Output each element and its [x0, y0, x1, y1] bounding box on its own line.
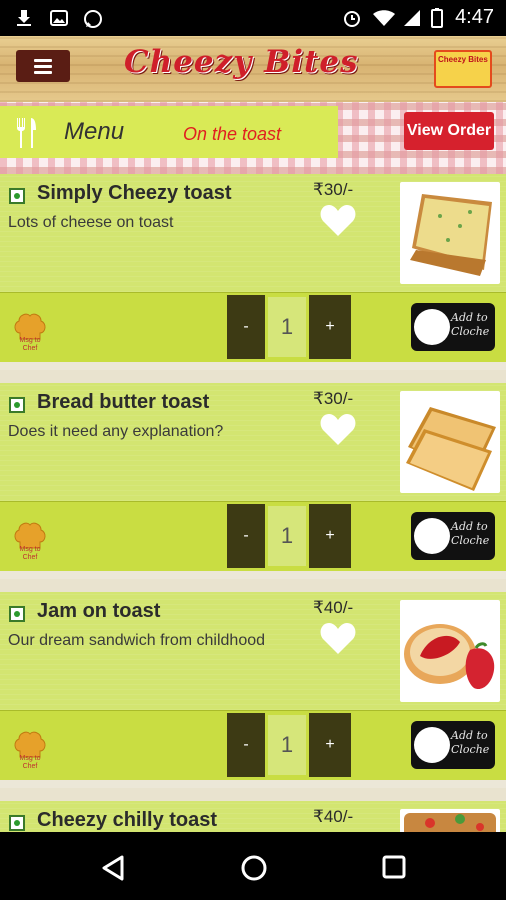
item-name: Simply Cheezy toast: [37, 182, 232, 204]
favorite-heart-icon[interactable]: [319, 620, 357, 656]
app-header: Cheezy Bites Cheezy Bites: [0, 36, 506, 102]
alarm-icon: [344, 11, 360, 27]
item-divider: [0, 780, 506, 788]
item-price: ₹30/-: [313, 180, 354, 199]
brand-logo: Cheezy Bites: [434, 50, 492, 88]
msg-to-chef-label[interactable]: Msg to Chef: [12, 337, 48, 353]
signal-icon: [404, 10, 420, 26]
veg-icon: [9, 397, 25, 413]
category-bar: Menu On the toast View Order: [0, 102, 506, 174]
menu-item: Cheezy chilly toast ₹40/-: [0, 801, 506, 832]
msg-to-chef-label[interactable]: Msg to Chef: [12, 546, 48, 562]
add-to-cloche-button[interactable]: Add to Cloche: [411, 512, 495, 560]
favorite-heart-icon[interactable]: [319, 411, 357, 447]
msg-to-chef-label[interactable]: Msg to Chef: [12, 755, 48, 771]
item-price: ₹40/-: [313, 598, 354, 617]
item-actions: Msg to Chef - 1 + Add to Cloche: [0, 501, 506, 572]
item-actions: Msg to Chef - 1 + Add to Cloche: [0, 292, 506, 363]
item-description: Our dream sandwich from childhood: [8, 632, 266, 649]
item-name: Jam on toast: [37, 600, 161, 622]
home-icon[interactable]: [239, 853, 269, 883]
increase-quantity-button[interactable]: +: [309, 713, 351, 777]
item-price: ₹40/-: [313, 807, 354, 826]
gallery-icon: [50, 10, 68, 26]
quantity-value[interactable]: 1: [268, 506, 306, 566]
increase-quantity-button[interactable]: +: [309, 295, 351, 359]
cloche-icon: [414, 309, 450, 345]
cloche-icon: [414, 518, 450, 554]
cutlery-icon: [17, 118, 36, 148]
veg-icon: [9, 188, 25, 204]
cloche-icon: [414, 727, 450, 763]
navigation-bar: [0, 832, 506, 900]
item-divider: [0, 571, 506, 579]
menu-item: Bread butter toast Does it need any expl…: [0, 383, 506, 579]
decrease-quantity-button[interactable]: -: [227, 504, 265, 568]
add-to-cloche-button[interactable]: Add to Cloche: [411, 303, 495, 351]
add-to-cloche-label: Add to Cloche: [451, 311, 490, 338]
view-order-button[interactable]: View Order: [404, 112, 494, 150]
item-details: Bread butter toast Does it need any expl…: [0, 383, 506, 501]
decrease-quantity-button[interactable]: -: [227, 295, 265, 359]
status-bar: 4:47: [0, 0, 506, 36]
menu-item: Jam on toast Our dream sandwich from chi…: [0, 592, 506, 788]
battery-icon: [431, 8, 443, 28]
item-details: Jam on toast Our dream sandwich from chi…: [0, 592, 506, 710]
category-label: On the toast: [183, 124, 282, 144]
item-description: Lots of cheese on toast: [8, 214, 174, 231]
status-time: 4:47: [455, 6, 494, 28]
whatsapp-icon: [84, 10, 102, 28]
item-details: Cheezy chilly toast ₹40/-: [0, 801, 506, 832]
toast-cheese-icon: [400, 182, 500, 284]
veg-icon: [9, 606, 25, 622]
quantity-value[interactable]: 1: [268, 715, 306, 775]
item-price: ₹30/-: [313, 389, 354, 408]
item-divider: [0, 362, 506, 370]
brand-title: Cheezy Bites: [124, 44, 359, 80]
item-details: Simply Cheezy toast Lots of cheese on to…: [0, 174, 506, 292]
veg-icon: [9, 815, 25, 831]
add-to-cloche-button[interactable]: Add to Cloche: [411, 721, 495, 769]
quantity-value[interactable]: 1: [268, 297, 306, 357]
recents-icon[interactable]: [381, 854, 407, 880]
item-name: Cheezy chilly toast: [37, 809, 218, 831]
download-icon: [17, 10, 31, 26]
menu-pill[interactable]: Menu On the toast: [0, 106, 338, 158]
chilly-toast-icon: [400, 809, 500, 832]
wifi-icon: [373, 10, 395, 26]
jam-toast-icon: [400, 600, 500, 702]
bread-toast-icon: [400, 391, 500, 493]
add-to-cloche-label: Add to Cloche: [451, 520, 490, 547]
hamburger-icon: [34, 59, 52, 62]
item-actions: Msg to Chef - 1 + Add to Cloche: [0, 710, 506, 781]
decrease-quantity-button[interactable]: -: [227, 713, 265, 777]
increase-quantity-button[interactable]: +: [309, 504, 351, 568]
favorite-heart-icon[interactable]: [319, 202, 357, 238]
menu-label: Menu: [64, 118, 125, 145]
add-to-cloche-label: Add to Cloche: [451, 729, 490, 756]
back-icon[interactable]: [100, 854, 126, 882]
item-name: Bread butter toast: [37, 391, 210, 413]
item-description: Does it need any explanation?: [8, 423, 224, 440]
hamburger-menu-button[interactable]: [16, 50, 70, 82]
menu-item: Simply Cheezy toast Lots of cheese on to…: [0, 174, 506, 370]
